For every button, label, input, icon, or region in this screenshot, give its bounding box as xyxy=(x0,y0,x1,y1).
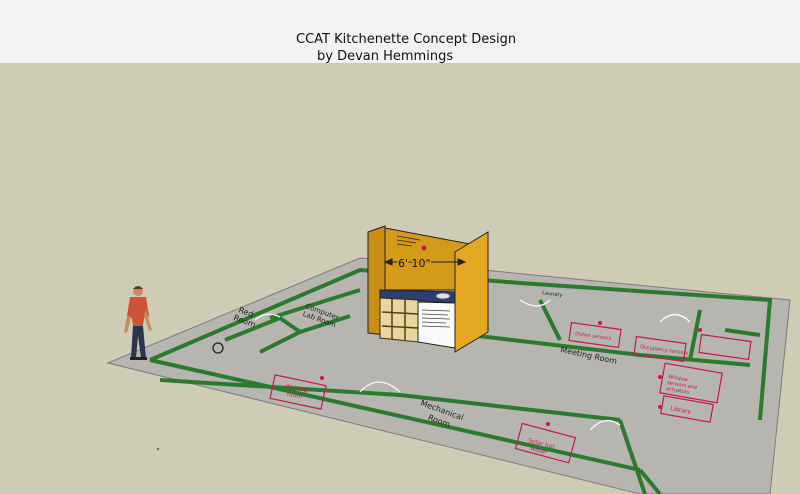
kitchenette-cabinet-frame xyxy=(379,297,419,343)
sketchup-viewport[interactable]: MechanicalRoom Meeting Room RedRoom Comp… xyxy=(0,0,800,494)
kitchenette-right-panel xyxy=(454,231,489,353)
model-title: CCAT Kitchenette Concept Design xyxy=(296,32,517,47)
wall-clock-icon xyxy=(421,245,427,251)
dimension-label: 6' 10" xyxy=(398,257,431,270)
kitchenette-fridge xyxy=(417,301,456,349)
sink-icon xyxy=(435,292,451,300)
model-subtitle: by Devan Hemmings xyxy=(317,49,454,64)
person-shoes xyxy=(130,357,147,360)
origin-marker xyxy=(156,447,160,451)
kitchenette-model[interactable]: 6' 10" xyxy=(367,225,489,353)
